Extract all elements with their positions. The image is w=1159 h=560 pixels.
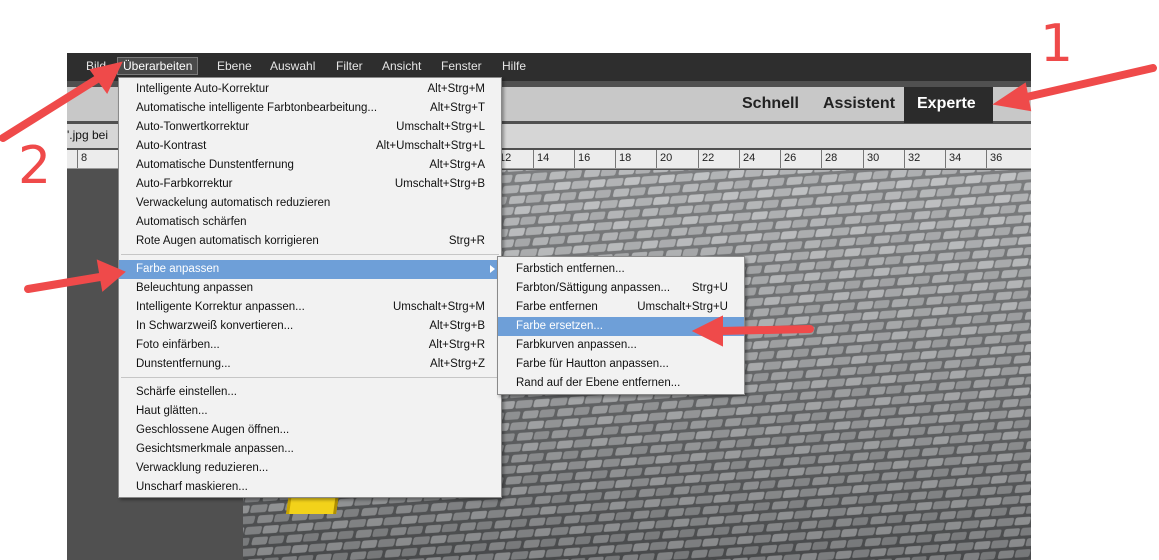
menu-item-farbe-anpassen[interactable]: Farbe anpassen: [119, 260, 501, 279]
menu-bild[interactable]: Bild: [86, 59, 106, 73]
submenu-item-rand-entfernen[interactable]: Rand auf der Ebene entfernen...: [498, 374, 744, 393]
mode-experte[interactable]: Experte: [904, 87, 993, 123]
ruler-tick: 26: [780, 150, 796, 168]
annotation-number-2: 2: [18, 136, 52, 196]
mode-schnell[interactable]: Schnell: [742, 95, 799, 113]
menu-item-augen-oeffnen[interactable]: Geschlossene Augen öffnen...: [119, 421, 501, 440]
menu-item-farbtonbearbeitung[interactable]: Automatische intelligente Farbtonbearbei…: [119, 99, 501, 118]
menu-fenster[interactable]: Fenster: [441, 59, 482, 73]
menu-item-haut-glaetten[interactable]: Haut glätten...: [119, 402, 501, 421]
menu-item-intelligente-auto-korrektur[interactable]: Intelligente Auto-Korrektur Alt+Strg+M: [119, 80, 501, 99]
menu-item-schaerfe-einstellen[interactable]: Schärfe einstellen...: [119, 383, 501, 402]
submenu-item-farbe-entfernen[interactable]: Farbe entfernen Umschalt+Strg+U: [498, 298, 744, 317]
menu-item-beleuchtung-anpassen[interactable]: Beleuchtung anpassen: [119, 279, 501, 298]
ruler-tick: 22: [698, 150, 714, 168]
mode-assistent[interactable]: Assistent: [823, 95, 895, 113]
ruler-tick: 36: [986, 150, 1002, 168]
menu-item-schwarzweiss[interactable]: In Schwarzweiß konvertieren... Alt+Strg+B: [119, 317, 501, 336]
menu-hilfe[interactable]: Hilfe: [502, 59, 526, 73]
ruler-tick: 28: [821, 150, 837, 168]
menu-item-auto-schaerfen[interactable]: Automatisch schärfen: [119, 213, 501, 232]
menu-auswahl[interactable]: Auswahl: [270, 59, 315, 73]
menu-item-dunstentfernung-auto[interactable]: Automatische Dunstentfernung Alt+Strg+A: [119, 156, 501, 175]
menu-item-verwacklung-reduzieren[interactable]: Verwacklung reduzieren...: [119, 459, 501, 478]
submenu-item-farbstich-entfernen[interactable]: Farbstich entfernen...: [498, 260, 744, 279]
menu-item-unscharf-maskieren[interactable]: Unscharf maskieren...: [119, 478, 501, 497]
ruler-tick: 34: [945, 150, 961, 168]
submenu-item-farbton-saettigung[interactable]: Farbton/Sättigung anpassen... Strg+U: [498, 279, 744, 298]
menu-item-auto-kontrast[interactable]: Auto-Kontrast Alt+Umschalt+Strg+L: [119, 137, 501, 156]
submenu-item-farbkurven[interactable]: Farbkurven anpassen...: [498, 336, 744, 355]
ueberarbeiten-menu: Intelligente Auto-Korrektur Alt+Strg+M Au…: [118, 77, 502, 498]
ruler-tick: 8: [77, 150, 87, 168]
menu-item-rote-augen[interactable]: Rote Augen automatisch korrigieren Strg+R: [119, 232, 501, 251]
ruler-tick: 18: [615, 150, 631, 168]
menu-item-gesichtsmerkmale[interactable]: Gesichtsmerkmale anpassen...: [119, 440, 501, 459]
ruler-tick: 32: [904, 150, 920, 168]
menu-item-auto-tonwertkorrektur[interactable]: Auto-Tonwertkorrektur Umschalt+Strg+L: [119, 118, 501, 137]
farbe-anpassen-submenu: Farbstich entfernen... Farbton/Sättigung…: [497, 256, 745, 395]
menu-item-auto-farbkorrektur[interactable]: Auto-Farbkorrektur Umschalt+Strg+B: [119, 175, 501, 194]
menu-ebene[interactable]: Ebene: [217, 59, 252, 73]
document-tab-label: '.jpg bei: [67, 128, 108, 142]
menu-item-dunstentfernung[interactable]: Dunstentfernung... Alt+Strg+Z: [119, 355, 501, 374]
mode-experte-label: Experte: [917, 95, 976, 112]
ruler-tick: 14: [533, 150, 549, 168]
menu-item-intelligente-korrektur-anpassen[interactable]: Intelligente Korrektur anpassen... Umscha…: [119, 298, 501, 317]
submenu-item-farbe-ersetzen[interactable]: Farbe ersetzen...: [498, 317, 744, 336]
menu-filter[interactable]: Filter: [336, 59, 363, 73]
submenu-arrow-icon: [490, 265, 495, 273]
menu-item-foto-einfaerben[interactable]: Foto einfärben... Alt+Strg+R: [119, 336, 501, 355]
ruler-tick: 24: [739, 150, 755, 168]
ruler-tick: 20: [656, 150, 672, 168]
menu-separator: [121, 377, 499, 378]
submenu-item-hautton[interactable]: Farbe für Hautton anpassen...: [498, 355, 744, 374]
menu-item-verwackelung-auto[interactable]: Verwackelung automatisch reduzieren: [119, 194, 501, 213]
menu-ueberarbeiten[interactable]: Überarbeiten: [117, 57, 199, 75]
menu-ansicht[interactable]: Ansicht: [382, 59, 421, 73]
ruler-tick: 30: [863, 150, 879, 168]
ruler-tick: 16: [574, 150, 590, 168]
annotation-number-1: 1: [1040, 14, 1074, 74]
menu-separator: [121, 254, 499, 255]
